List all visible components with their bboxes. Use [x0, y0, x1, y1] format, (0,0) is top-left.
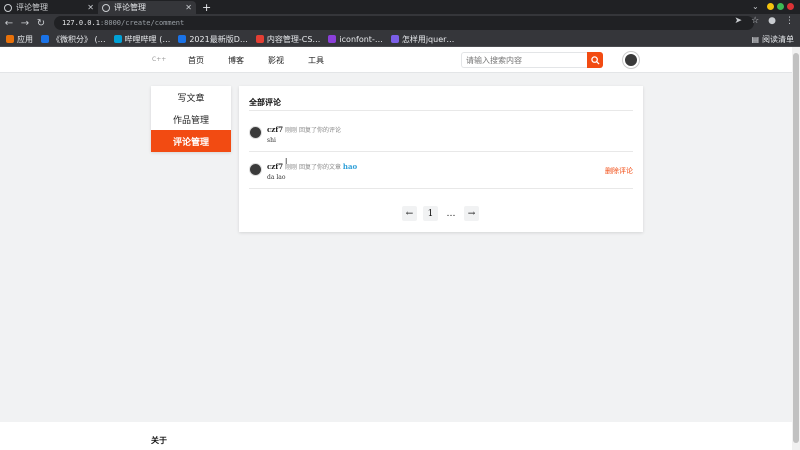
- star-icon[interactable]: ☆: [751, 16, 759, 26]
- bookmark-item[interactable]: 哔哩哔哩 (…: [113, 34, 170, 45]
- minimize-icon[interactable]: [767, 3, 774, 10]
- avatar[interactable]: [249, 126, 262, 139]
- search-button[interactable]: [587, 52, 603, 68]
- prev-page-button[interactable]: ←: [402, 206, 417, 221]
- iconfont-icon: [328, 35, 337, 43]
- bookmark-icon: [178, 35, 187, 43]
- bookmark-item[interactable]: 怎样用jquer…: [390, 34, 454, 45]
- profile-icon[interactable]: ●: [768, 16, 776, 26]
- bookmark-item[interactable]: iconfont-…: [328, 35, 383, 44]
- comment-meta: czf7 刚刚 回复了你的评论: [267, 125, 341, 134]
- pagination-ellipsis: …: [446, 208, 456, 219]
- comment-article-link[interactable]: hao: [343, 162, 357, 171]
- browser-tab-strip: 评论管理 ✕ 评论管理 ✕ + ⌄: [0, 0, 800, 14]
- chevron-down-icon[interactable]: ⌄: [752, 2, 759, 11]
- back-icon[interactable]: ←: [2, 18, 16, 29]
- address-bar-row: ← → ↻ 127.0.0.1:8000/create/comment ➤ ☆ …: [0, 14, 800, 32]
- scrollbar-thumb[interactable]: [793, 53, 799, 443]
- menu-write-article[interactable]: 写文章: [151, 86, 231, 108]
- close-icon[interactable]: ✕: [87, 3, 94, 12]
- apps-icon: [6, 35, 14, 43]
- close-window-icon[interactable]: [787, 3, 794, 10]
- bookmark-item[interactable]: 2021最新版D…: [178, 34, 248, 45]
- nav-tools[interactable]: 工具: [308, 55, 324, 66]
- comment-text: da lao: [267, 174, 286, 181]
- divider: [249, 110, 633, 111]
- window-controls: [767, 3, 794, 10]
- bookmark-item[interactable]: 内容管理-CS…: [255, 34, 320, 45]
- site-header: C++ 首页 博客 影视 工具: [0, 47, 792, 73]
- url-host: 127.0.0.1: [62, 19, 100, 27]
- page-number[interactable]: 1: [423, 206, 438, 221]
- search-icon: [590, 55, 600, 65]
- nav-home[interactable]: 首页: [188, 55, 204, 66]
- tab-title: 评论管理: [114, 3, 146, 12]
- globe-icon: [102, 3, 110, 12]
- search-box: [461, 52, 603, 68]
- browser-tab-1[interactable]: 评论管理 ✕: [0, 1, 98, 14]
- panel-title: 全部评论: [249, 98, 281, 107]
- footer-about: 关于: [151, 436, 167, 445]
- reload-icon[interactable]: ↻: [34, 18, 48, 29]
- comment-meta: czf7 刚刚 回复了你的文章 hao: [267, 162, 357, 171]
- divider: [249, 188, 633, 189]
- tab-title: 评论管理: [16, 3, 48, 12]
- menu-icon[interactable]: ⋮: [785, 16, 794, 26]
- comment-item: czf7 刚刚 回复了你的文章 hao da lao 删除评论: [249, 159, 633, 185]
- reading-list-button[interactable]: ▤ 阅读清单: [751, 34, 794, 45]
- search-input[interactable]: [461, 52, 587, 68]
- new-tab-button[interactable]: +: [202, 1, 211, 14]
- delete-comment-button[interactable]: 删除评论: [605, 166, 633, 176]
- side-menu: 写文章 作品管理 评论管理: [151, 86, 231, 152]
- globe-icon: [4, 3, 12, 12]
- bookmark-item[interactable]: 《微积分》 (…: [41, 34, 106, 45]
- bookmark-icon: [41, 35, 49, 43]
- comment-action: 刚刚 回复了你的评论: [285, 127, 341, 134]
- site-logo[interactable]: C++: [152, 56, 166, 63]
- browser-actions: ➤ ☆ ● ⋮: [735, 16, 794, 26]
- url-field[interactable]: 127.0.0.1:8000/create/comment: [54, 16, 754, 30]
- nav-movies[interactable]: 影视: [268, 55, 284, 66]
- comment-action: 刚刚 回复了你的文章: [285, 164, 341, 171]
- close-icon[interactable]: ✕: [185, 3, 192, 12]
- bilibili-icon: [113, 35, 122, 43]
- url-path: :8000/create/comment: [99, 19, 185, 27]
- text-cursor-icon: I: [285, 157, 288, 166]
- menu-works-management[interactable]: 作品管理: [151, 108, 231, 130]
- divider: [249, 151, 633, 152]
- avatar[interactable]: [249, 163, 262, 176]
- bookmarks-bar: 应用 《微积分》 (… 哔哩哔哩 (… 2021最新版D… 内容管理-CS… i…: [0, 32, 800, 47]
- bookmark-icon: [390, 35, 399, 43]
- nav-blog[interactable]: 博客: [228, 55, 244, 66]
- next-page-button[interactable]: →: [464, 206, 479, 221]
- comment-item: czf7 刚刚 回复了你的评论 shi: [249, 122, 633, 148]
- page-footer: 关于: [0, 422, 792, 450]
- menu-comment-management[interactable]: 评论管理: [151, 130, 231, 152]
- comments-panel: 全部评论 czf7 刚刚 回复了你的评论 shi czf7 刚刚 回复了你的文章…: [239, 86, 643, 232]
- main-nav: 首页 博客 影视 工具: [188, 55, 324, 66]
- browser-tab-2[interactable]: 评论管理 ✕: [98, 1, 196, 14]
- bookmark-apps[interactable]: 应用: [6, 34, 33, 45]
- comment-text: shi: [267, 137, 276, 144]
- page-scrollbar[interactable]: [792, 47, 800, 450]
- user-avatar[interactable]: [623, 52, 639, 68]
- comment-user[interactable]: czf7: [267, 162, 283, 171]
- forward-icon[interactable]: →: [18, 18, 32, 29]
- maximize-icon[interactable]: [777, 3, 784, 10]
- comment-user[interactable]: czf7: [267, 125, 283, 134]
- csdn-icon: [255, 35, 264, 43]
- send-icon[interactable]: ➤: [735, 16, 743, 26]
- pagination: ← 1 … →: [402, 206, 479, 221]
- reading-list-icon: ▤: [751, 35, 759, 44]
